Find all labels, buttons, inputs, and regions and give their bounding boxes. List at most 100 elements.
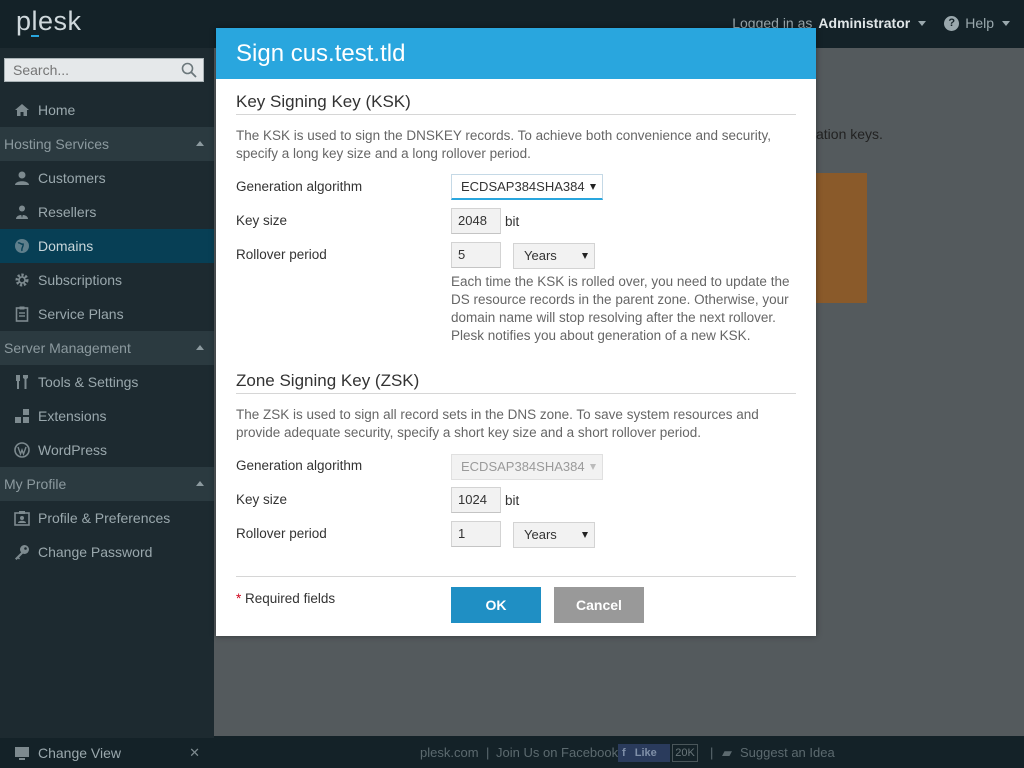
section-server-management[interactable]: Server Management xyxy=(0,331,214,365)
sign-dialog: Sign cus.test.tld Key Signing Key (KSK) … xyxy=(216,28,816,636)
sidebar-item-label: Extensions xyxy=(38,408,107,424)
sidebar-item-home[interactable]: Home xyxy=(0,93,214,127)
ksk-rollover-label: Rollover period xyxy=(236,247,327,262)
footer-link-facebook[interactable]: Join Us on Facebook xyxy=(496,745,618,760)
ok-button[interactable]: OK xyxy=(451,587,541,623)
sidebar-item-customers[interactable]: Customers xyxy=(0,161,214,195)
cancel-button[interactable]: Cancel xyxy=(554,587,644,623)
facebook-like-button[interactable]: f Like xyxy=(618,744,670,762)
ksk-key-size-unit: bit xyxy=(505,214,520,229)
sidebar-item-profile-preferences[interactable]: Profile & Preferences xyxy=(0,501,214,535)
user-icon xyxy=(14,170,30,186)
change-view-label: Change View xyxy=(38,745,122,761)
zsk-rollover-label: Rollover period xyxy=(236,526,327,541)
dropdown-arrow-icon xyxy=(590,184,596,190)
sidebar-item-label: Home xyxy=(38,102,76,118)
ksk-algorithm-select[interactable]: ECDSAP384SHA384 xyxy=(451,174,603,200)
sidebar-item-label: Resellers xyxy=(38,204,97,220)
divider xyxy=(236,114,796,115)
search-icon[interactable] xyxy=(181,62,197,78)
main-partial-text: ation keys. xyxy=(816,126,883,142)
ksk-rollover-hint: Each time the KSK is rolled over, you ne… xyxy=(451,274,790,343)
sidebar-item-label: Customers xyxy=(38,170,106,186)
dropdown-arrow-icon xyxy=(582,532,588,538)
reseller-icon xyxy=(14,204,30,220)
zsk-key-size-unit: bit xyxy=(505,493,520,508)
ksk-rollover-unit-select[interactable]: Years xyxy=(513,243,595,269)
sidebar-item-label: WordPress xyxy=(38,442,107,458)
wordpress-icon xyxy=(14,442,30,458)
gear-icon xyxy=(14,272,30,288)
footer-link-suggest[interactable]: Suggest an Idea xyxy=(740,745,835,760)
sidebar-item-label: Change Password xyxy=(38,544,153,560)
plesk-logo[interactable]: plesk xyxy=(16,6,82,37)
sidebar-item-wordpress[interactable]: WordPress xyxy=(0,433,214,467)
zsk-rollover-input[interactable]: 1 xyxy=(451,521,501,547)
footer-bar: plesk.com | Join Us on Facebook f Like 2… xyxy=(214,736,1024,768)
section-label: Server Management xyxy=(4,340,131,356)
help-menu[interactable]: Help xyxy=(965,15,994,31)
sidebar-item-tools-settings[interactable]: Tools & Settings xyxy=(0,365,214,399)
footer-link-plesk[interactable]: plesk.com xyxy=(420,745,479,760)
ksk-description: The KSK is used to sign the DNSKEY recor… xyxy=(236,128,772,161)
section-hosting-services[interactable]: Hosting Services xyxy=(0,127,214,161)
required-text: Required fields xyxy=(245,591,336,606)
collapse-icon[interactable] xyxy=(196,345,204,350)
logo-accent xyxy=(31,35,39,37)
change-view-button[interactable]: Change View ✕ xyxy=(0,738,214,768)
help-icon[interactable]: ? xyxy=(944,15,960,31)
like-count: 20K xyxy=(672,744,698,762)
zsk-key-size-label: Key size xyxy=(236,492,288,507)
sidebar-item-service-plans[interactable]: Service Plans xyxy=(0,297,214,331)
chevron-down-icon[interactable] xyxy=(918,20,927,26)
sidebar-item-label: Profile & Preferences xyxy=(38,510,171,526)
ksk-key-size-label: Key size xyxy=(236,213,288,228)
section-my-profile[interactable]: My Profile xyxy=(0,467,214,501)
section-label: Hosting Services xyxy=(4,136,110,152)
ksk-section-title: Key Signing Key (KSK) xyxy=(236,92,411,111)
close-icon[interactable]: ✕ xyxy=(189,745,200,761)
zsk-algorithm-value: ECDSAP384SHA384 xyxy=(461,459,585,474)
like-label: Like xyxy=(634,747,657,759)
dropdown-arrow-icon xyxy=(590,464,596,470)
profile-card-icon xyxy=(14,510,30,526)
ksk-algorithm-value: ECDSAP384SHA384 xyxy=(461,179,585,194)
extensions-icon xyxy=(14,408,30,424)
ksk-rollover-input[interactable]: 5 xyxy=(451,242,501,268)
zsk-algorithm-select: ECDSAP384SHA384 xyxy=(451,454,603,480)
sidebar-item-label: Tools & Settings xyxy=(38,374,139,390)
zsk-description: The ZSK is used to sign all record sets … xyxy=(236,407,759,440)
collapse-icon[interactable] xyxy=(196,481,204,486)
chevron-down-icon[interactable] xyxy=(1002,20,1010,26)
dialog-title: Sign cus.test.tld xyxy=(236,40,406,67)
zsk-rollover-unit-select[interactable]: Years xyxy=(513,522,595,548)
sidebar-item-label: Service Plans xyxy=(38,306,124,322)
zsk-section-title: Zone Signing Key (ZSK) xyxy=(236,371,420,390)
sidebar-item-resellers[interactable]: Resellers xyxy=(0,195,214,229)
footer-divider: | xyxy=(710,745,714,760)
monitor-icon xyxy=(14,745,30,761)
sidebar-item-label: Domains xyxy=(38,238,94,254)
ksk-rollover-unit-value: Years xyxy=(524,248,557,263)
sidebar-item-extensions[interactable]: Extensions xyxy=(0,399,214,433)
footer-divider: | xyxy=(486,745,490,760)
sidebar-item-domains[interactable]: Domains xyxy=(0,229,214,263)
sidebar-item-change-password[interactable]: Change Password xyxy=(0,535,214,569)
dialog-header: Sign cus.test.tld xyxy=(216,28,816,79)
key-icon xyxy=(14,544,30,560)
user-menu[interactable]: Administrator xyxy=(818,15,910,31)
sidebar: Home Hosting Services Customers Reseller… xyxy=(0,48,214,768)
ksk-algorithm-label: Generation algorithm xyxy=(236,179,363,194)
collapse-icon[interactable] xyxy=(196,141,204,146)
divider xyxy=(236,576,796,577)
dropdown-arrow-icon xyxy=(582,253,588,259)
sidebar-item-subscriptions[interactable]: Subscriptions xyxy=(0,263,214,297)
required-star: * xyxy=(236,591,242,606)
main-orange-panel xyxy=(816,173,867,303)
section-label: My Profile xyxy=(4,476,67,492)
sidebar-item-label: Subscriptions xyxy=(38,272,123,288)
zsk-key-size-input[interactable]: 1024 xyxy=(451,487,501,513)
search-input[interactable] xyxy=(5,59,175,81)
clipboard-icon xyxy=(14,306,30,322)
ksk-key-size-input[interactable]: 2048 xyxy=(451,208,501,234)
